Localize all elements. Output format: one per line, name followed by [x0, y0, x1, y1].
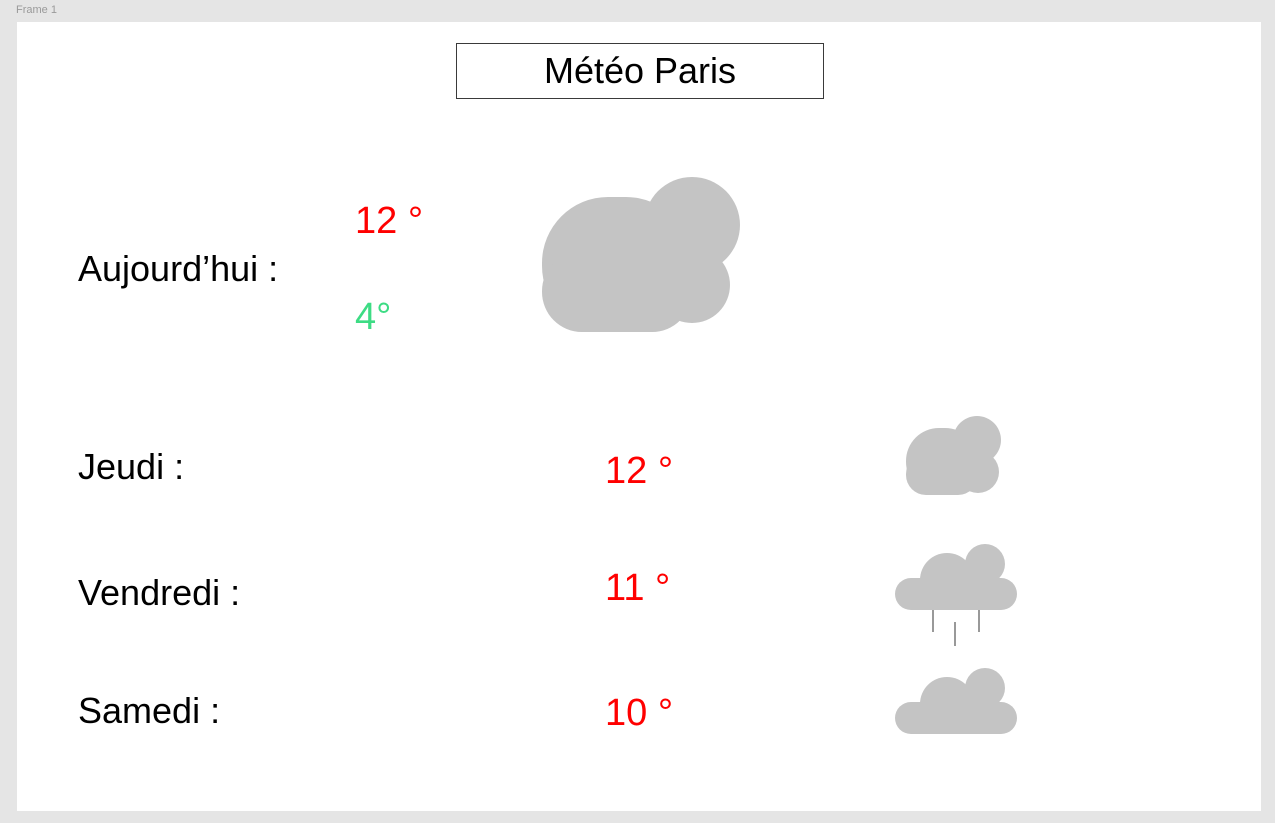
- page-title: Météo Paris: [456, 43, 824, 99]
- jeudi-cloud-icon: [906, 416, 1002, 496]
- forecast-day-label: Jeudi :: [78, 446, 185, 487]
- today-cloud-icon: [542, 177, 742, 333]
- forecast-temp: 10 °: [605, 692, 674, 734]
- frame-label: Frame 1: [16, 4, 57, 16]
- page-title-text: Météo Paris: [543, 50, 737, 91]
- today-label: Aujourd’hui :: [78, 248, 279, 289]
- today-low-temp: 4°: [355, 296, 392, 338]
- forecast-temp: 12 °: [605, 450, 674, 492]
- samedi-cloud-icon: [895, 668, 1019, 738]
- forecast-day-label: Vendredi :: [78, 572, 241, 613]
- rain-cloud-icon: [895, 544, 1019, 648]
- today-high-temp: 12 °: [355, 200, 424, 242]
- forecast-day-label: Samedi :: [78, 690, 221, 731]
- weather-canvas: Météo Paris Aujourd’hui : 12 ° 4° Jeudi …: [17, 22, 1261, 811]
- forecast-temp: 11 °: [605, 567, 671, 609]
